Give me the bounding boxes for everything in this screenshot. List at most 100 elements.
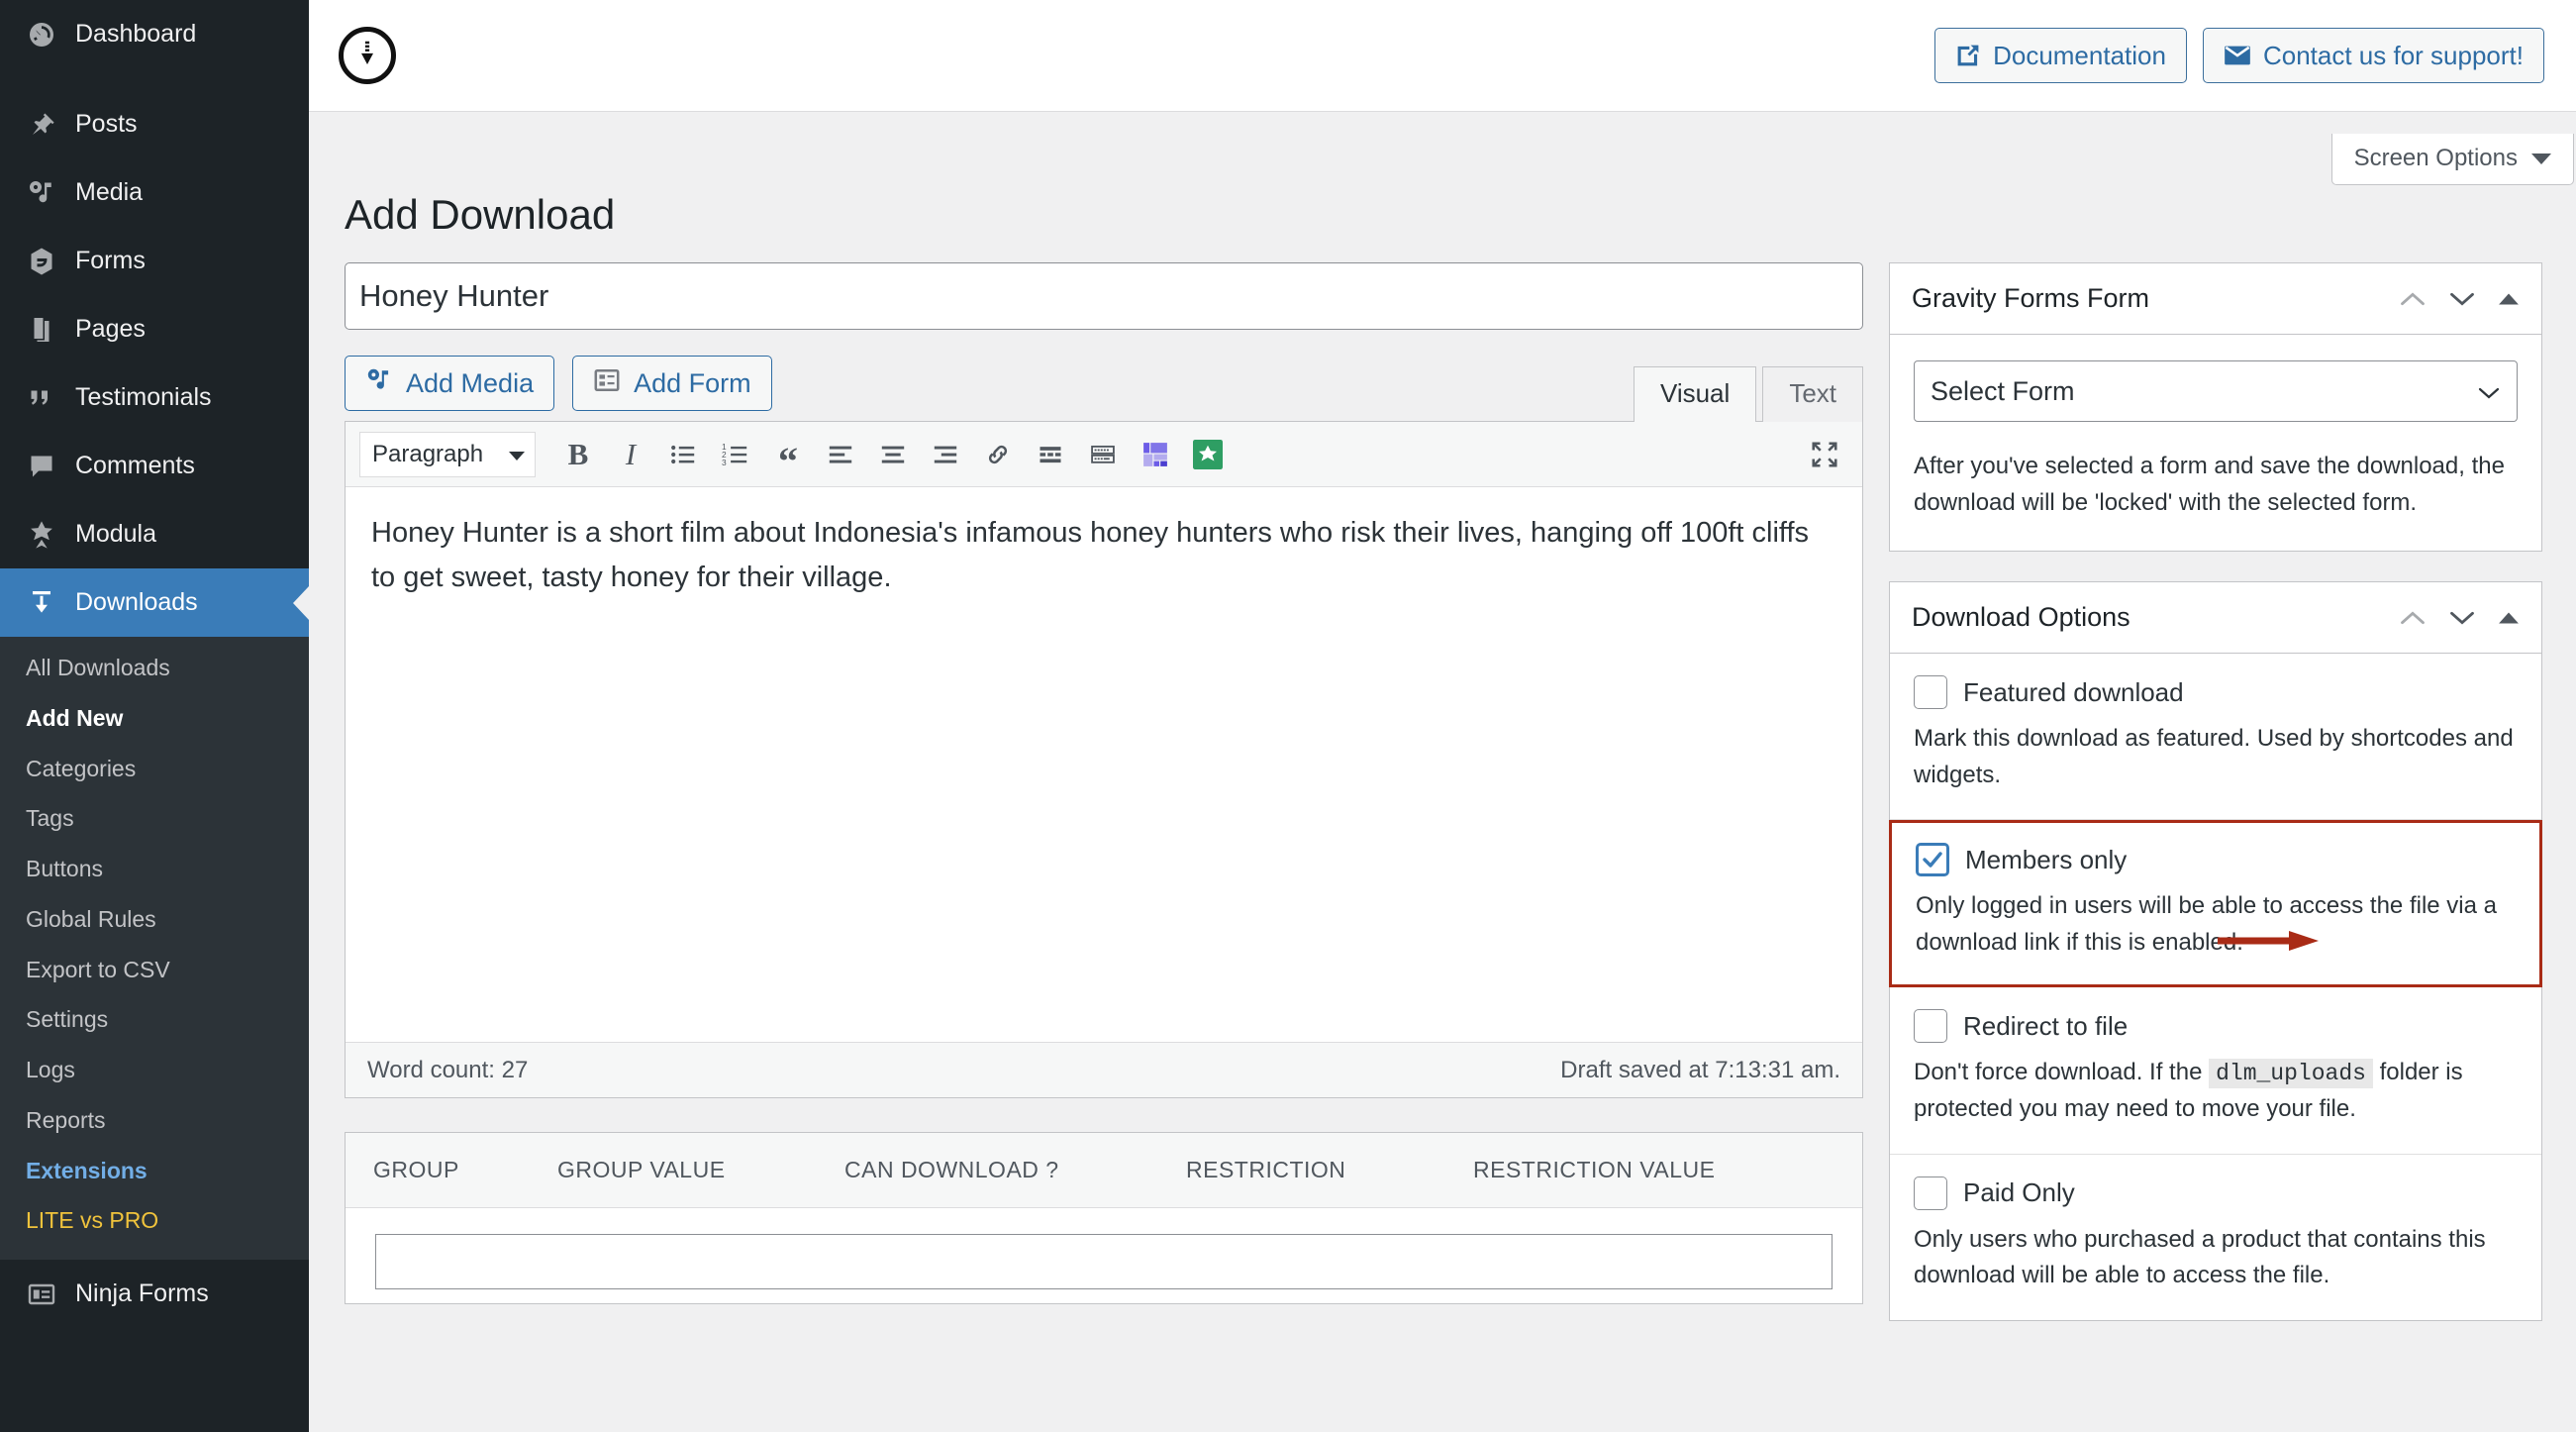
move-up-icon[interactable] [2399,608,2427,628]
contact-support-label: Contact us for support! [2262,40,2524,70]
sidebar-item-label: Media [75,178,144,206]
editor-wrapper: Add Media Add Form Visual Text Paragraph… [345,356,1863,1098]
bold-icon[interactable]: B [554,432,602,477]
option-line: Redirect to file [1914,1009,2518,1044]
screen-options-row: Screen Options [309,112,2576,185]
gravity-forms-icon [18,247,65,276]
modula-gallery-icon[interactable] [1132,432,1179,477]
submenu-item-lite-vs-pro[interactable]: LITE vs PRO [0,1195,309,1246]
submenu-item-categories[interactable]: Categories [0,744,309,794]
gravity-forms-metabox: Gravity Forms Form Select Form After you… [1889,262,2542,553]
gravity-form-select[interactable]: Select Form [1914,360,2518,422]
column-header-restriction: RESTRICTION [1186,1157,1346,1182]
toggle-panel-icon[interactable] [2498,292,2520,306]
word-count: Word count: 27 [367,1056,529,1083]
column-header-can-download: CAN DOWNLOAD ? [844,1157,1059,1182]
submenu-item-logs[interactable]: Logs [0,1045,309,1095]
move-up-icon[interactable] [2399,289,2427,309]
align-center-icon[interactable] [869,432,917,477]
submenu-item-buttons[interactable]: Buttons [0,844,309,894]
option-members-only: Members only Only logged in users will b… [1889,820,2542,988]
sidebar-item-label: Pages [75,315,146,343]
submenu-item-extensions[interactable]: Extensions [0,1146,309,1196]
sidebar-item-label: Ninja Forms [75,1279,209,1307]
screen-options-button[interactable]: Screen Options [2330,134,2574,185]
fullscreen-icon[interactable] [1801,432,1848,477]
move-down-icon[interactable] [2448,608,2476,628]
dlm-uploads-code: dlm_uploads [2209,1059,2373,1089]
sidebar-item-media[interactable]: Media [0,158,309,227]
sidebar-item-pages[interactable]: Pages [0,295,309,363]
numbered-list-icon[interactable]: 123 [712,432,759,477]
metabox-title: Download Options [1912,602,2130,633]
media-buttons: Add Media Add Form [345,356,772,421]
redirect-to-file-label: Redirect to file [1963,1010,2129,1041]
tab-text[interactable]: Text [1762,366,1863,422]
metabox-header: Gravity Forms Form [1890,263,2541,335]
tab-visual[interactable]: Visual [1633,366,1757,422]
paid-only-checkbox[interactable] [1914,1176,1947,1210]
column-header-group-value: GROUP VALUE [557,1157,726,1182]
italic-icon[interactable]: I [607,432,654,477]
sidebar-item-testimonials[interactable]: Testimonials [0,363,309,432]
submenu-item-add-new[interactable]: Add New [0,693,309,744]
chevron-down-icon [2477,376,2501,407]
submenu-item-all-downloads[interactable]: All Downloads [0,643,309,693]
toggle-panel-icon[interactable] [2498,611,2520,625]
sidebar-item-ninja-forms[interactable]: Ninja Forms [0,1260,309,1328]
submenu-item-reports[interactable]: Reports [0,1095,309,1146]
sidebar-item-dashboard[interactable]: Dashboard [0,0,309,68]
rules-row-input[interactable] [375,1234,1833,1289]
download-title-input[interactable] [345,262,1863,330]
metabox-title: Gravity Forms Form [1912,283,2149,313]
editor-footer: Word count: 27 Draft saved at 7:13:31 am… [346,1042,1862,1097]
insert-link-icon[interactable] [974,432,1022,477]
sidebar-column: Gravity Forms Form Select Form After you… [1889,262,2542,1351]
add-media-label: Add Media [406,367,535,398]
add-media-button[interactable]: Add Media [345,356,555,411]
editor-content[interactable]: Honey Hunter is a short film about Indon… [346,487,1862,1042]
format-select-value: Paragraph [372,440,484,467]
sidebar-item-forms[interactable]: Forms [0,227,309,295]
sidebar-item-downloads[interactable]: Downloads [0,568,309,637]
featured-download-checkbox[interactable] [1914,675,1947,710]
download-circle-icon [339,27,396,84]
gravity-form-select-value: Select Form [1931,375,2075,406]
move-down-icon[interactable] [2448,289,2476,309]
members-only-description: Only logged in users will be able to acc… [1916,892,2497,956]
metabox-controls [2399,289,2520,309]
content-area: Add Download Add Media [309,185,2576,1351]
editor-box: Paragraph B I 1 2 3 “ Honey Hunter is a … [345,421,1863,1098]
sidebar-item-label: Testimonials [75,383,212,411]
plugin-topbar: Documentation Contact us for support! [309,0,2576,112]
documentation-label: Documentation [1993,40,2166,70]
submenu-item-settings[interactable]: Settings [0,994,309,1045]
sidebar-item-comments[interactable]: Comments [0,432,309,500]
align-right-icon[interactable] [922,432,969,477]
sidebar-item-modula[interactable]: Modula [0,500,309,568]
redirect-to-file-checkbox[interactable] [1914,1009,1947,1044]
documentation-button[interactable]: Documentation [1934,28,2187,83]
submenu-item-export-to-csv[interactable]: Export to CSV [0,945,309,995]
modula-green-icon[interactable] [1184,432,1232,477]
sidebar-item-posts[interactable]: Posts [0,90,309,158]
add-form-button[interactable]: Add Form [572,356,772,411]
media-icon [365,366,393,401]
submenu-item-tags[interactable]: Tags [0,793,309,844]
submenu-item-global-rules[interactable]: Global Rules [0,894,309,945]
page-title: Add Download [345,191,616,238]
bulleted-list-icon[interactable] [659,432,707,477]
align-left-icon[interactable] [817,432,864,477]
column-header-restriction-value: RESTRICTION VALUE [1473,1157,1716,1182]
blockquote-icon[interactable]: “ [764,432,812,480]
read-more-icon[interactable] [1027,432,1074,477]
media-icon [18,178,65,208]
members-only-checkbox[interactable] [1916,843,1949,877]
svg-text:3: 3 [722,458,727,467]
sidebar-item-label: Forms [75,247,146,274]
contact-support-button[interactable]: Contact us for support! [2202,28,2544,83]
format-select[interactable]: Paragraph [359,431,536,477]
toolbar-toggle-icon[interactable] [1079,432,1127,477]
comment-icon [18,452,65,481]
download-rules-box: GROUP GROUP VALUE CAN DOWNLOAD ? RESTRIC… [345,1132,1863,1304]
